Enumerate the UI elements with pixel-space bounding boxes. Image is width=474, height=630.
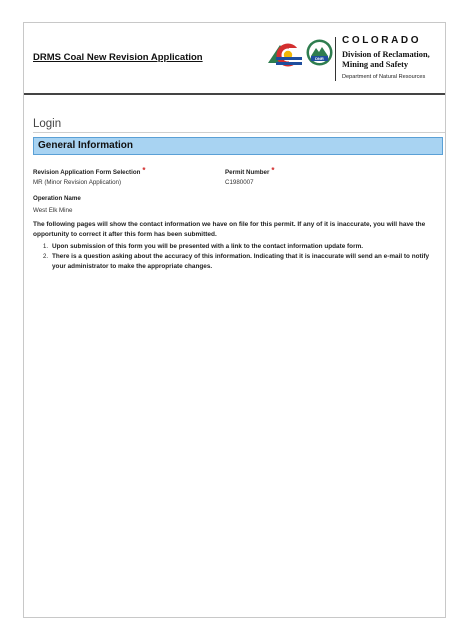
agency-name-line2: Mining and Safety	[342, 60, 409, 69]
required-marker: *	[271, 166, 275, 175]
list-item: 2. There is a question asking about the …	[33, 252, 443, 272]
dnr-badge-text: DNR	[315, 56, 324, 61]
revision-selection-label: Revision Application Form Selection *	[33, 166, 146, 176]
agency-name: Division of Reclamation, Mining and Safe…	[342, 50, 442, 70]
operation-name-label-text: Operation Name	[33, 195, 81, 202]
list-item-text: There is a question asking about the acc…	[52, 253, 430, 270]
contact-info-notice: The following pages will show the contac…	[33, 221, 426, 238]
required-marker: *	[142, 166, 146, 175]
list-item-text: Upon submission of this form you will be…	[52, 243, 364, 250]
colorado-logo: DNR COLORADO Division of Reclamation, Mi…	[268, 33, 443, 87]
operation-name-label: Operation Name	[33, 195, 81, 202]
notice-list: 1. Upon submission of this form you will…	[33, 242, 443, 272]
revision-selection-value: MR (Minor Revision Application)	[33, 179, 122, 186]
section-title: General Information	[38, 140, 134, 151]
revision-selection-label-text: Revision Application Form Selection	[33, 169, 141, 176]
page-header: DRMS Coal New Revision Application DNR C…	[24, 23, 445, 95]
colorado-c-flag-logo-icon	[268, 43, 302, 67]
list-item: 1. Upon submission of this form you will…	[33, 242, 443, 252]
permit-number-value: C1980007	[225, 179, 254, 186]
logo-divider	[335, 37, 336, 81]
app-title[interactable]: DRMS Coal New Revision Application	[33, 52, 203, 63]
department-name: Department of Natural Resources	[342, 74, 426, 80]
list-item-number: 1.	[43, 244, 49, 250]
general-information-header: General Information	[33, 137, 443, 155]
permit-number-label-text: Permit Number	[225, 169, 270, 176]
list-item-number: 2.	[43, 254, 49, 260]
agency-name-line1: Division of Reclamation,	[342, 50, 430, 59]
form-page: DRMS Coal New Revision Application DNR C…	[23, 22, 446, 618]
login-divider	[33, 132, 445, 133]
permit-number-label: Permit Number *	[225, 166, 275, 176]
state-name: COLORADO	[342, 35, 422, 46]
dnr-mountain-badge-icon: DNR	[306, 39, 333, 66]
operation-name-value: West Elk Mine	[33, 207, 73, 214]
login-heading[interactable]: Login	[33, 118, 61, 130]
